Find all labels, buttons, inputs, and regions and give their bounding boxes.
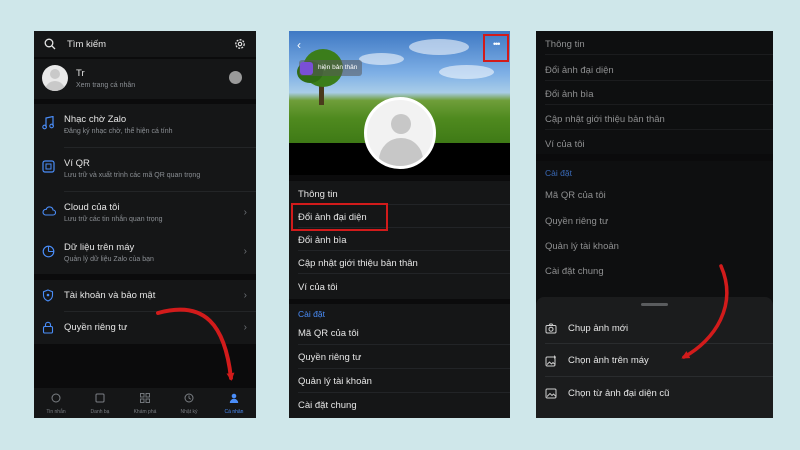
contacts-icon: [95, 393, 105, 403]
menu-item-change-avatar: Đổi ảnh đại diện: [545, 65, 614, 76]
profile-options-menu: Thông tin Đổi ảnh đại diện Đổi ảnh bìa C…: [289, 181, 510, 299]
list-item-ringtone[interactable]: Nhạc chờ Zalo Đăng ký nhạc chờ, thể hiện…: [34, 104, 256, 148]
gallery-add-icon: [545, 355, 556, 367]
menu-item-info: Thông tin: [545, 39, 585, 50]
tab-discover[interactable]: Khám phá: [126, 388, 164, 418]
chevron-right-icon: ›: [243, 246, 247, 257]
search-bar[interactable]: Tìm kiếm: [34, 31, 256, 57]
settings-section: Cài đặt Mã QR của tôi Quyền riêng tư Quả…: [289, 304, 510, 418]
profile-row[interactable]: Tr Xem trang cá nhân: [34, 59, 256, 99]
list-item-subtitle: Đăng ký nhạc chờ, thể hiện cá tính: [64, 128, 173, 135]
menu-item-change-cover[interactable]: Đổi ảnh bìa: [298, 235, 347, 246]
profile-subtitle: Xem trang cá nhân: [76, 82, 136, 89]
list-item-device-data[interactable]: Dữ liệu trên máy Quản lý dữ liệu Zalo củ…: [34, 234, 256, 274]
menu-item-account-management[interactable]: Quản lý tài khoản: [298, 376, 372, 387]
menu-item-my-wallet[interactable]: Ví của tôi: [298, 282, 338, 293]
image-icon: [545, 388, 557, 399]
tab-label: Khám phá: [133, 409, 157, 415]
profile-avatar[interactable]: [364, 97, 436, 169]
qr-wallet-icon: [42, 160, 55, 173]
data-group: Dữ liệu trên máy Quản lý dữ liệu Zalo củ…: [34, 234, 256, 274]
settings-header: Cài đặt: [545, 168, 572, 178]
search-label: Tìm kiếm: [67, 39, 107, 50]
avatar-action-sheet: Chụp ảnh mới Chọn ảnh trên máy Chọn từ ả…: [536, 297, 773, 418]
tab-contacts[interactable]: Danh bạ: [81, 388, 119, 418]
chat-icon: [51, 393, 61, 403]
list-item-cloud[interactable]: Cloud của tôi Lưu trữ các tin nhắn quan …: [34, 192, 256, 236]
story-label: hiện bản thân: [318, 64, 358, 71]
list-item-title: Cloud của tôi: [64, 202, 120, 213]
gear-icon[interactable]: [234, 38, 246, 50]
menu-item-my-qr: Mã QR của tôi: [545, 190, 606, 201]
menu-item-account-management: Quản lý tài khoản: [545, 241, 619, 252]
list-item-subtitle: Lưu trữ các tin nhắn quan trọng: [64, 216, 163, 223]
tab-label: Nhật ký: [180, 409, 198, 415]
list-item-account-security[interactable]: Tài khoản và bảo mật ›: [34, 280, 256, 312]
tab-personal[interactable]: Cá nhân: [215, 388, 253, 418]
menu-item-update-bio[interactable]: Cập nhật giới thiệu bản thân: [298, 258, 418, 269]
switch-account-icon[interactable]: [229, 71, 242, 84]
menu-item-change-cover: Đổi ảnh bìa: [545, 89, 594, 100]
phone-personal-tab: Tìm kiếm Tr Xem trang cá nhân Nhạc chờ Z…: [34, 31, 256, 418]
avatar: [42, 65, 68, 91]
story-avatar-icon: [300, 62, 313, 75]
tab-timeline[interactable]: Nhật ký: [170, 388, 208, 418]
chevron-right-icon: ›: [243, 322, 247, 333]
phone-avatar-options: Thông tin Đổi ảnh đại diện Đổi ảnh bìa C…: [536, 31, 773, 418]
menu-item-info[interactable]: Thông tin: [298, 189, 338, 200]
back-icon[interactable]: ‹: [297, 38, 301, 52]
tab-label: Cá nhân: [224, 409, 244, 415]
list-item-subtitle: Lưu trữ và xuất trình các mã QR quan trọ…: [64, 172, 201, 179]
menu-item-my-wallet: Ví của tôi: [545, 139, 585, 150]
chevron-right-icon: ›: [243, 290, 247, 301]
menu-item-privacy: Quyền riêng tư: [545, 216, 609, 227]
tab-label: Tin nhắn: [46, 409, 66, 415]
list-item-privacy[interactable]: Quyền riêng tư ›: [34, 312, 256, 344]
tab-label: Danh bạ: [90, 409, 110, 415]
profile-name: Tr: [76, 68, 85, 79]
menu-item-update-bio: Cập nhật giới thiệu bản thân: [545, 114, 665, 125]
music-icon: [42, 116, 54, 130]
grid-icon: [140, 393, 150, 403]
menu-item-general-settings[interactable]: Cài đặt chung: [298, 400, 357, 411]
list-item-title: Quyền riêng tư: [64, 322, 128, 333]
menu-item-general-settings: Cài đặt chung: [545, 266, 604, 277]
list-item-subtitle: Quản lý dữ liệu Zalo của bạn: [64, 256, 154, 263]
list-item-qr-wallet[interactable]: Ví QR Lưu trữ và xuất trình các mã QR qu…: [34, 148, 256, 192]
bottom-tab-bar: Tin nhắn Danh bạ Khám phá Nhật ký Cá nhâ…: [34, 388, 256, 418]
highlight-more-button: [483, 34, 509, 62]
search-icon: [44, 38, 56, 50]
security-group: Tài khoản và bảo mật › Quyền riêng tư ›: [34, 280, 256, 344]
sheet-item-choose-from-device[interactable]: Chọn ảnh trên máy: [536, 347, 773, 375]
lock-icon: [42, 321, 54, 334]
shield-icon: [42, 289, 54, 302]
list-item-title: Dữ liệu trên máy: [64, 242, 135, 253]
sheet-item-label: Chụp ảnh mới: [568, 323, 629, 334]
sheet-item-label: Chọn từ ảnh đại diện cũ: [568, 388, 670, 399]
list-item-title: Tài khoản và bảo mật: [64, 290, 156, 301]
sheet-item-choose-old-avatar[interactable]: Chọn từ ảnh đại diện cũ: [536, 380, 773, 408]
person-icon: [229, 393, 239, 403]
list-item-title: Nhạc chờ Zalo: [64, 114, 127, 125]
dimmed-menu: Thông tin Đổi ảnh đại diện Đổi ảnh bìa C…: [536, 31, 773, 154]
cloud-icon: [42, 206, 56, 216]
sheet-handle[interactable]: [641, 303, 668, 306]
settings-header: Cài đặt: [298, 309, 325, 319]
highlight-change-avatar: [291, 203, 388, 231]
dimmed-settings: Cài đặt Mã QR của tôi Quyền riêng tư Quả…: [536, 161, 773, 301]
menu-item-privacy[interactable]: Quyền riêng tư: [298, 352, 361, 363]
camera-icon: [545, 323, 557, 334]
sheet-item-label: Chọn ảnh trên máy: [568, 355, 649, 366]
list-item-title: Ví QR: [64, 158, 90, 169]
menu-item-my-qr[interactable]: Mã QR của tôi: [298, 328, 359, 339]
pie-chart-icon: [42, 245, 55, 258]
tab-messages[interactable]: Tin nhắn: [37, 388, 75, 418]
sheet-item-take-photo[interactable]: Chụp ảnh mới: [536, 315, 773, 343]
clock-icon: [184, 393, 194, 403]
chevron-right-icon: ›: [243, 207, 247, 218]
